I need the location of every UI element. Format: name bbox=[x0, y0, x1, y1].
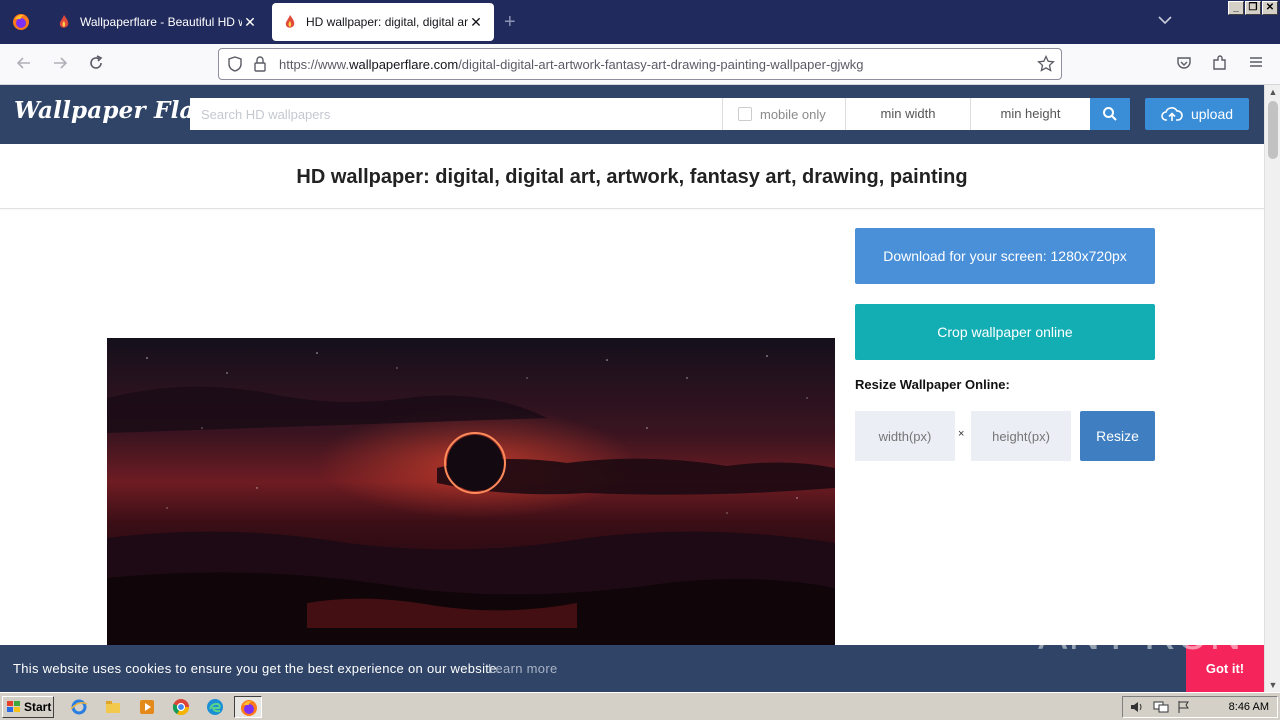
resize-width-input[interactable] bbox=[855, 411, 955, 461]
edge-icon[interactable] bbox=[206, 698, 224, 716]
firefox-menu-icon[interactable] bbox=[0, 0, 42, 44]
tab-title: HD wallpaper: digital, digital art, artw… bbox=[306, 15, 468, 29]
media-player-icon[interactable] bbox=[138, 698, 156, 716]
close-window-icon[interactable]: ✕ bbox=[1262, 1, 1278, 15]
title-bar: HD wallpaper: digital, digital art, artw… bbox=[0, 144, 1264, 209]
page-title: HD wallpaper: digital, digital art, artw… bbox=[296, 166, 968, 188]
search-button[interactable] bbox=[1090, 98, 1130, 130]
hamburger-menu-icon[interactable] bbox=[1246, 54, 1266, 74]
resize-heading: Resize Wallpaper Online: bbox=[855, 377, 1010, 392]
mobile-only-label: mobile only bbox=[760, 106, 826, 122]
site-header: Wallpaper Flare mobile only min width mi… bbox=[0, 85, 1264, 144]
browser-tab-strip: Wallpaperflare - Beautiful HD wallpapers… bbox=[0, 0, 1280, 44]
pocket-icon[interactable] bbox=[1174, 54, 1194, 74]
crop-wallpaper-button[interactable]: Crop wallpaper online bbox=[855, 304, 1155, 360]
action-center-flag-icon[interactable] bbox=[1177, 700, 1191, 719]
wallpaper-image[interactable] bbox=[107, 338, 835, 658]
windows-logo-icon bbox=[7, 701, 20, 712]
new-tab-button[interactable]: + bbox=[504, 11, 516, 34]
download-button[interactable]: Download for your screen: 1280x720px bbox=[855, 228, 1155, 284]
wallpaperflare-favicon-icon bbox=[282, 14, 298, 30]
tab-hd-wallpaper[interactable]: HD wallpaper: digital, digital art, artw… bbox=[272, 3, 494, 41]
tab-title: Wallpaperflare - Beautiful HD wallpapers bbox=[80, 15, 242, 29]
window-controls: _ ❐ ✕ bbox=[1228, 1, 1278, 15]
volume-icon[interactable] bbox=[1129, 700, 1145, 719]
resize-button[interactable]: Resize bbox=[1080, 411, 1155, 461]
anyrun-watermark: ANY RUN bbox=[1038, 610, 1243, 659]
windows-taskbar: Start 8:46 AM bbox=[0, 692, 1280, 720]
start-button[interactable]: Start bbox=[2, 696, 54, 718]
back-icon[interactable] bbox=[14, 54, 34, 74]
lock-icon[interactable] bbox=[253, 56, 267, 77]
cloud-upload-icon bbox=[1161, 107, 1183, 121]
system-tray: 8:46 AM bbox=[1122, 696, 1278, 718]
scrollbar-thumb[interactable] bbox=[1268, 101, 1278, 159]
search-input[interactable] bbox=[190, 98, 722, 130]
resize-height-input[interactable] bbox=[971, 411, 1071, 461]
web-page: Wallpaper Flare mobile only min width mi… bbox=[0, 85, 1264, 692]
upload-button[interactable]: upload bbox=[1145, 98, 1249, 130]
mobile-only-checkbox[interactable] bbox=[738, 107, 752, 121]
navigation-toolbar: https://www.wallpaperflare.com/digital-d… bbox=[0, 44, 1280, 85]
mobile-only-filter[interactable]: mobile only bbox=[722, 98, 845, 130]
upload-label: upload bbox=[1190, 106, 1234, 122]
scroll-up-icon[interactable]: ▲ bbox=[1265, 87, 1280, 97]
minimize-icon[interactable]: _ bbox=[1228, 1, 1244, 15]
search-icon bbox=[1103, 107, 1117, 121]
min-width-field[interactable]: min width bbox=[845, 98, 970, 130]
close-tab-icon[interactable]: ✕ bbox=[242, 14, 258, 31]
cookie-message: This website uses cookies to ensure you … bbox=[13, 661, 501, 676]
learn-more-link[interactable]: Learn more bbox=[488, 661, 557, 676]
close-tab-icon[interactable]: ✕ bbox=[468, 14, 484, 31]
extensions-icon[interactable] bbox=[1210, 54, 1230, 74]
list-all-tabs-icon[interactable] bbox=[1158, 14, 1172, 28]
clock[interactable]: 8:46 AM bbox=[1229, 701, 1269, 713]
address-bar[interactable]: https://www.wallpaperflare.com/digital-d… bbox=[218, 48, 1062, 80]
firefox-taskbar-button[interactable] bbox=[234, 696, 262, 718]
times-symbol: × bbox=[958, 428, 965, 440]
tracking-protection-shield-icon[interactable] bbox=[227, 56, 243, 77]
start-label: Start bbox=[24, 700, 52, 714]
network-icon[interactable] bbox=[1153, 700, 1169, 719]
reload-icon[interactable] bbox=[86, 54, 106, 74]
restore-icon[interactable]: ❐ bbox=[1245, 1, 1261, 15]
chrome-icon[interactable] bbox=[172, 698, 190, 716]
min-height-field[interactable]: min height bbox=[970, 98, 1090, 130]
firefox-icon bbox=[241, 700, 257, 716]
url-text: https://www.wallpaperflare.com/digital-d… bbox=[279, 57, 864, 72]
forward-icon[interactable] bbox=[50, 54, 70, 74]
tab-wallpaperflare-home[interactable]: Wallpaperflare - Beautiful HD wallpapers… bbox=[46, 3, 268, 41]
page-scrollbar[interactable]: ▲ ▼ bbox=[1264, 85, 1280, 692]
bookmark-star-icon[interactable] bbox=[1037, 54, 1055, 78]
file-explorer-icon[interactable] bbox=[104, 698, 122, 716]
scroll-down-icon[interactable]: ▼ bbox=[1265, 680, 1280, 690]
internet-explorer-icon[interactable] bbox=[70, 698, 88, 716]
wallpaperflare-favicon-icon bbox=[56, 14, 72, 30]
